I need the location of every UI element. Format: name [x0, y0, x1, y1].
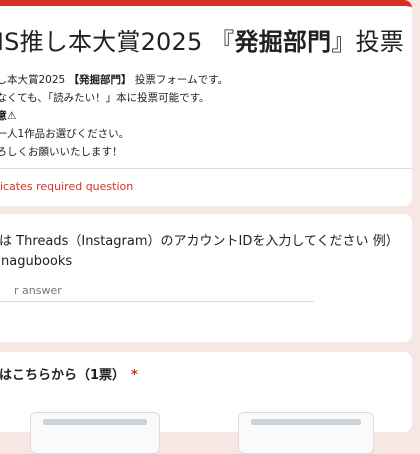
question-card-vote: 票はこちらから（1票） *: [0, 352, 412, 454]
form-description: 推し本大賞2025 【発掘部門】 投票フォームです。 でなくても、「読みたい！」…: [0, 71, 228, 161]
form-title: NS推し本大賞2025 『発掘部門』投票: [0, 22, 404, 57]
question-title-line-1: たは Threads（Instagram）のアカウントIDを入力してください 例…: [0, 234, 399, 249]
required-question-note: ndicates required question: [0, 180, 134, 193]
form-title-suffix: 』投票: [331, 28, 404, 56]
form-title-prefix: NS推し本大賞2025 『: [0, 28, 235, 56]
question-card-account-id: たは Threads（Instagram）のアカウントIDを入力してください 例…: [0, 214, 412, 342]
account-id-answer-input[interactable]: [0, 284, 314, 302]
description-line-4: ず一人1作品お選びください。: [0, 128, 130, 140]
description-line-3: 注意⚠: [0, 110, 17, 122]
header-divider: [0, 168, 412, 169]
vote-option-card-2[interactable]: [238, 412, 374, 454]
required-asterisk: *: [131, 368, 138, 383]
question-title-account-id: たは Threads（Instagram）のアカウントIDを入力してください 例…: [0, 232, 399, 272]
description-line-1: 推し本大賞2025 【発掘部門】 投票フォームです。: [0, 74, 229, 86]
vote-option-card-1[interactable]: [30, 412, 160, 454]
question-title-line-2: sunagubooks: [0, 254, 73, 269]
question-title-vote: 票はこちらから（1票） *: [0, 364, 138, 383]
question-title-vote-text: 票はこちらから（1票）: [0, 368, 126, 383]
form-title-bold: 発掘部門: [234, 28, 332, 56]
description-line-2: でなくても、「読みたい！」本に投票可能です。: [0, 92, 210, 104]
form-header-card: NS推し本大賞2025 『発掘部門』投票 推し本大賞2025 【発掘部門】 投票…: [0, 0, 412, 206]
description-line-5: よろしくお願いいたします！: [0, 146, 123, 158]
